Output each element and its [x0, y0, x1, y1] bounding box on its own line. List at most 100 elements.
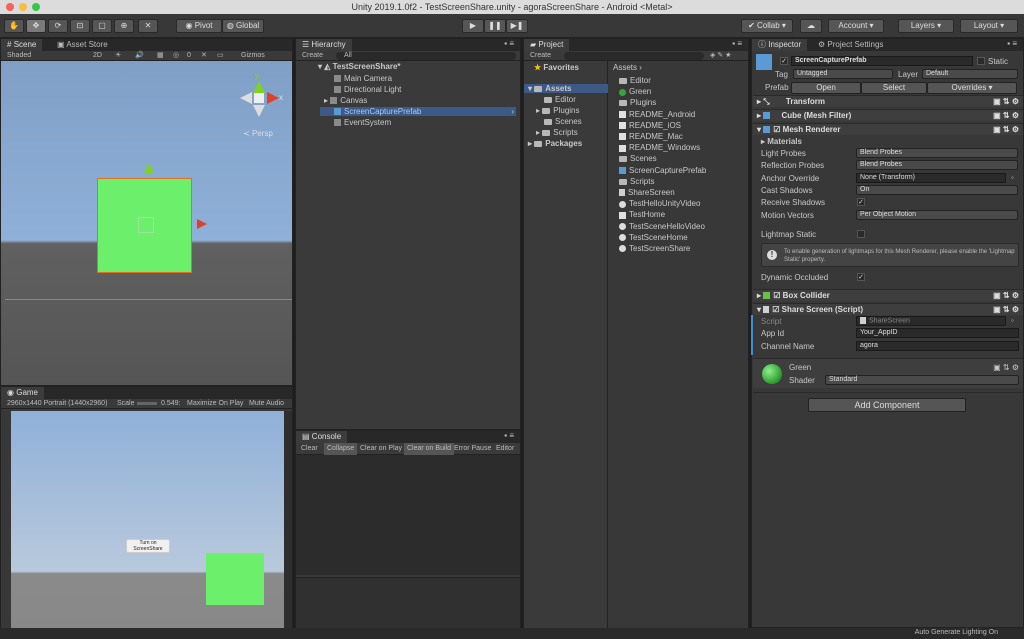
anchor-override-field[interactable]: None (Transform): [856, 173, 1006, 183]
motion-vectors-dropdown[interactable]: Per Object Motion: [856, 210, 1018, 220]
gizmo-x-arrow[interactable]: [197, 219, 207, 229]
object-picker-icon[interactable]: ◦: [1011, 173, 1014, 182]
enabled-check-icon[interactable]: ☑: [772, 305, 779, 314]
cube-object[interactable]: [97, 178, 192, 273]
scene-viewport[interactable]: y x ≺ Persp: [1, 61, 292, 385]
hierarchy-item-directional-light[interactable]: Directional Light: [320, 85, 500, 94]
hierarchy-item-eventsystem[interactable]: EventSystem: [320, 118, 500, 127]
lighting-icon[interactable]: ☀: [115, 51, 121, 61]
asset-item[interactable]: README_Mac: [619, 132, 683, 141]
tab-asset-store[interactable]: ▣ Asset Store: [51, 39, 114, 51]
rect-tool-button[interactable]: ▢: [92, 19, 112, 33]
channel-name-input[interactable]: agora: [856, 341, 1019, 351]
clear-on-build-toggle[interactable]: Clear on Build: [404, 443, 454, 455]
step-button[interactable]: ▶❚: [506, 19, 528, 33]
layout-dropdown[interactable]: Layout ▾: [960, 19, 1018, 33]
script-field[interactable]: ShareScreen: [856, 316, 1006, 326]
move-tool-button[interactable]: ✥: [26, 19, 46, 33]
light-probes-dropdown[interactable]: Blend Probes: [856, 148, 1018, 158]
tab-game[interactable]: ◉ Game: [1, 387, 45, 399]
search-filter-icon[interactable]: ◈ ✎ ★: [710, 51, 731, 61]
hand-tool-button[interactable]: ✋: [4, 19, 24, 33]
dynamic-occluded-checkbox[interactable]: ✓: [857, 273, 865, 281]
component-settings-icon[interactable]: ▣ ⇅ ⚙: [993, 363, 1019, 372]
zoom-window-button[interactable]: [32, 3, 40, 11]
tab-project[interactable]: ▰ Project: [524, 39, 570, 51]
tree-item-editor[interactable]: Editor: [544, 95, 576, 104]
camera-icon[interactable]: ▭: [217, 51, 224, 61]
clear-button[interactable]: Clear: [301, 443, 318, 455]
hierarchy-item-canvas[interactable]: ▸ Canvas: [320, 96, 500, 105]
asset-item[interactable]: TestSceneHelloVideo: [619, 222, 705, 231]
enabled-check-icon[interactable]: ☑: [773, 125, 780, 134]
scale-slider[interactable]: [137, 402, 157, 405]
persp-label[interactable]: ≺ Persp: [243, 129, 273, 138]
asset-item[interactable]: Plugins: [619, 98, 656, 107]
shading-mode-dropdown[interactable]: Shaded: [7, 51, 31, 61]
play-button[interactable]: ▶: [462, 19, 484, 33]
chevron-right-icon[interactable]: ›: [511, 107, 514, 116]
assets-breadcrumb[interactable]: Assets ›: [613, 63, 642, 72]
gizmo-y-arrow[interactable]: [144, 163, 154, 173]
layers-dropdown[interactable]: Layers ▾: [898, 19, 954, 33]
mesh-filter-component-header[interactable]: ▸ Cube (Mesh Filter) ▣ ⇅ ⚙: [753, 109, 1023, 121]
component-settings-icon[interactable]: ▣ ⇅ ⚙: [993, 96, 1019, 108]
project-search-input[interactable]: [564, 52, 704, 60]
2d-toggle[interactable]: 2D: [93, 51, 102, 61]
materials-foldout[interactable]: ▸ Materials: [761, 137, 802, 146]
console-log-area[interactable]: [296, 455, 520, 575]
asset-item[interactable]: Green: [619, 87, 651, 96]
active-checkbox[interactable]: ✓: [780, 57, 788, 65]
hidden-objects-icon[interactable]: ◎: [173, 51, 179, 61]
cast-shadows-dropdown[interactable]: On: [856, 185, 1018, 195]
tree-item-scenes[interactable]: Scenes: [544, 117, 582, 126]
editor-dropdown[interactable]: Editor: [496, 443, 514, 455]
prefab-overrides-dropdown[interactable]: Overrides ▾: [927, 82, 1017, 94]
tree-item-packages[interactable]: ▸ Packages: [528, 139, 582, 148]
tab-scene[interactable]: # Scene: [1, 39, 43, 51]
component-settings-icon[interactable]: ▣ ⇅ ⚙: [993, 124, 1019, 136]
asset-item[interactable]: TestScreenShare: [619, 244, 690, 253]
rotate-tool-button[interactable]: ⟳: [48, 19, 68, 33]
turn-on-screenshare-button[interactable]: Turn on ScreenShare: [126, 539, 170, 553]
asset-item[interactable]: README_Windows: [619, 143, 700, 152]
receive-shadows-checkbox[interactable]: ✓: [857, 198, 865, 206]
custom-tool-button[interactable]: ✕: [138, 19, 158, 33]
static-checkbox[interactable]: [977, 57, 985, 65]
tree-item-assets[interactable]: ▾ Assets: [524, 84, 608, 93]
resolution-dropdown[interactable]: 2960x1440 Portrait (1440x2960): [7, 399, 107, 409]
lock-icon[interactable]: ▪ ≡: [1007, 39, 1017, 48]
global-toggle[interactable]: ◍ Global: [222, 19, 264, 33]
transform-component-header[interactable]: ▸ ⤡ Transform ▣ ⇅ ⚙: [753, 95, 1023, 107]
layer-dropdown[interactable]: Default: [922, 69, 1018, 79]
audio-icon[interactable]: 🔊: [135, 51, 144, 61]
move-gizmo-center[interactable]: [138, 217, 154, 233]
mute-audio-toggle[interactable]: Mute Audio: [249, 399, 284, 409]
app-id-input[interactable]: Your_AppID: [856, 328, 1019, 338]
tree-item-scripts[interactable]: ▸ Scripts: [536, 128, 578, 137]
tab-project-settings[interactable]: ⚙ Project Settings: [812, 39, 889, 51]
orientation-gizmo[interactable]: y x: [237, 71, 283, 127]
asset-item[interactable]: ScreenCapturePrefab: [619, 166, 706, 175]
asset-item[interactable]: Scripts: [619, 177, 654, 186]
lock-icon[interactable]: ▪ ≡: [504, 431, 514, 440]
asset-item[interactable]: README_Android: [619, 110, 695, 119]
tools-icon[interactable]: ✕: [201, 51, 207, 61]
object-name-field[interactable]: ScreenCapturePrefab: [791, 56, 973, 66]
prefab-select-button[interactable]: Select: [861, 82, 927, 94]
hierarchy-search-input[interactable]: All: [336, 52, 516, 60]
tab-inspector[interactable]: ⓘ Inspector: [752, 39, 808, 51]
hierarchy-item-main-camera[interactable]: Main Camera: [320, 74, 500, 83]
create-dropdown[interactable]: Create: [302, 51, 323, 61]
transform-tool-button[interactable]: ⊕: [114, 19, 134, 33]
share-screen-component-header[interactable]: ▾ ☑ Share Screen (Script) ▣ ⇅ ⚙: [753, 303, 1023, 315]
hierarchy-item-screencaptureprefab[interactable]: ScreenCapturePrefab ›: [320, 107, 516, 116]
create-dropdown[interactable]: Create: [530, 51, 551, 61]
asset-item[interactable]: TestHome: [619, 210, 665, 219]
game-scrollbar[interactable]: [284, 411, 292, 638]
pivot-toggle[interactable]: ◉ Pivot: [176, 19, 222, 33]
tree-item-plugins[interactable]: ▸ Plugins: [536, 106, 580, 115]
game-viewport[interactable]: Turn on ScreenShare: [11, 411, 284, 638]
error-pause-toggle[interactable]: Error Pause: [454, 443, 491, 455]
minimize-window-button[interactable]: [19, 3, 27, 11]
